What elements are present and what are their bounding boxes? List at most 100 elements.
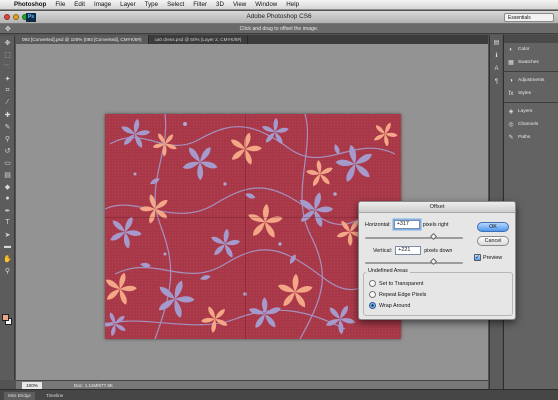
menu-view[interactable]: View	[233, 1, 246, 8]
ok-button[interactable]: OK	[477, 222, 509, 232]
move-tool-icon[interactable]: ✥	[1, 37, 14, 48]
panel-swatches[interactable]: ▦ Swatches	[504, 56, 558, 69]
color-icon: ◐	[509, 46, 513, 53]
menu-help[interactable]: Help	[286, 1, 299, 8]
eraser-tool-icon[interactable]: ▭	[1, 157, 14, 168]
menu-bar: Photoshop File Edit Image Layer Type Sel…	[0, 0, 558, 10]
horizontal-unit-label: pixels right	[422, 221, 449, 228]
offset-seam-horizontal	[105, 217, 401, 218]
clone-stamp-tool-icon[interactable]: ⚲	[1, 133, 14, 144]
zoom-tool-icon[interactable]: ⚲	[1, 265, 14, 276]
panel-styles[interactable]: fx Styles	[504, 87, 558, 100]
horizontal-row: Horizontal: +317 pixels right	[365, 220, 449, 229]
foreground-color-swatch[interactable]	[2, 314, 9, 321]
menu-layer[interactable]: Layer	[120, 1, 135, 8]
tab-document-1[interactable]: 093 [Converted].psd @ 100% (093 [Convert…	[16, 35, 149, 44]
panel-label: Channels	[518, 122, 539, 127]
healing-brush-tool-icon[interactable]: ✚	[1, 109, 14, 120]
panel-label: Adjustments	[518, 78, 545, 83]
menu-3d[interactable]: 3D	[216, 1, 224, 8]
horizontal-offset-input[interactable]: +317	[393, 220, 420, 229]
vertical-offset-input[interactable]: +221	[395, 246, 422, 255]
zoom-level-field[interactable]: 100%	[22, 382, 42, 389]
paragraph-panel-icon[interactable]: ¶	[491, 77, 502, 87]
title-bar: Ps Adobe Photoshop CS6 Essentials	[0, 11, 558, 24]
options-bar: ✥ Click and drag to offset the image.	[0, 24, 558, 34]
history-panel-icon[interactable]: ▤	[491, 38, 502, 48]
menu-window[interactable]: Window	[255, 1, 277, 8]
menu-type[interactable]: Type	[145, 1, 158, 8]
marquee-tool-icon[interactable]: ⬚	[1, 49, 14, 60]
lasso-tool-icon[interactable]: ➰	[1, 61, 14, 72]
crop-tool-icon[interactable]: ⌗	[1, 85, 14, 96]
hand-tool-icon[interactable]: ✋	[1, 253, 14, 264]
status-bar: 100% Doc: 1.11M/977.8K	[16, 380, 488, 389]
panel-layers[interactable]: ◈ Layers	[504, 105, 558, 118]
floral-pattern-image	[105, 114, 401, 339]
radio-wrap-around[interactable]: Wrap Around	[369, 302, 410, 309]
radio-label: Set to Transparent	[379, 280, 424, 287]
character-panel-icon[interactable]: A	[491, 64, 502, 74]
vertical-unit-label: pixels down	[424, 247, 453, 254]
radio-button[interactable]	[369, 291, 376, 298]
blur-tool-icon[interactable]: ◆	[1, 181, 14, 192]
image-canvas[interactable]	[105, 114, 401, 339]
horizontal-slider-knob[interactable]	[429, 232, 438, 241]
panel-label: Layers	[518, 109, 533, 114]
vertical-row: Vertical: +221 pixels down	[373, 246, 452, 255]
menu-select[interactable]: Select	[167, 1, 184, 8]
horizontal-label: Horizontal:	[365, 221, 391, 228]
preview-label: Preview	[483, 254, 503, 261]
dialog-title: Offset	[359, 202, 515, 213]
dodge-tool-icon[interactable]: ●	[1, 193, 14, 204]
radio-label: Wrap Around	[379, 302, 411, 309]
bottom-panel-tabs: Mini Bridge Timeline	[0, 389, 558, 400]
rectangle-tool-icon[interactable]: ▬	[1, 241, 14, 252]
document-tabs: 093 [Converted].psd @ 100% (093 [Convert…	[16, 35, 488, 44]
vertical-slider[interactable]	[365, 257, 463, 266]
tab-mini-bridge[interactable]: Mini Bridge	[4, 392, 35, 400]
panel-label: Swatches	[518, 60, 539, 65]
offset-dialog: Offset Horizontal: +317 pixels right Ver…	[358, 201, 516, 320]
gradient-tool-icon[interactable]: ▤	[1, 169, 14, 180]
menu-photoshop[interactable]: Photoshop	[14, 1, 46, 8]
workspace-switcher[interactable]: Essentials	[504, 13, 554, 22]
adjustments-icon: ◑	[509, 77, 513, 84]
tab-document-2[interactable]: ca0 dress.psd @ 50% (Layer 2, CMYK/8#)	[149, 35, 249, 44]
radio-label: Repeat Edge Pixels	[379, 291, 427, 298]
radio-set-to-transparent[interactable]: Set to Transparent	[369, 280, 423, 287]
type-tool-icon[interactable]: T	[1, 217, 14, 228]
horizontal-slider[interactable]	[365, 232, 463, 241]
quick-select-tool-icon[interactable]: ✦	[1, 73, 14, 84]
cancel-button[interactable]: Cancel	[477, 236, 509, 246]
panel-label: Paths	[518, 135, 531, 140]
path-selection-tool-icon[interactable]: ➤	[1, 229, 14, 240]
vertical-slider-knob[interactable]	[429, 257, 438, 266]
radio-repeat-edge-pixels[interactable]: Repeat Edge Pixels	[369, 291, 426, 298]
options-hint: Click and drag to offset the image.	[239, 26, 319, 32]
panel-channels[interactable]: ◎ Channels	[504, 118, 558, 131]
vertical-label: Vertical:	[373, 247, 393, 254]
preview-checkbox[interactable]: ✓	[474, 254, 481, 261]
swatches-icon: ▦	[508, 60, 514, 66]
panel-paths[interactable]: ✎ Paths	[504, 131, 558, 144]
menu-file[interactable]: File	[55, 1, 65, 8]
layers-icon: ◈	[508, 109, 514, 115]
radio-button[interactable]	[369, 280, 376, 287]
menu-image[interactable]: Image	[94, 1, 111, 8]
panel-color[interactable]: ◐ Color	[504, 43, 558, 56]
brush-tool-icon[interactable]: ✎	[1, 121, 14, 132]
panel-dock-header	[504, 35, 558, 43]
tab-timeline[interactable]: Timeline	[42, 392, 67, 400]
document-size-info[interactable]: Doc: 1.11M/977.8K	[74, 382, 113, 389]
history-brush-tool-icon[interactable]: ↺	[1, 145, 14, 156]
panel-adjustments[interactable]: ◑ Adjustments	[504, 74, 558, 87]
panel-label: Styles	[518, 91, 532, 96]
eyedropper-tool-icon[interactable]: ⁄	[1, 97, 14, 108]
pen-tool-icon[interactable]: ✒	[1, 205, 14, 216]
menu-filter[interactable]: Filter	[193, 1, 207, 8]
preview-checkbox-row[interactable]: ✓ Preview	[474, 254, 502, 261]
radio-button-selected[interactable]	[369, 302, 376, 309]
properties-panel-icon[interactable]: ℹ	[491, 51, 502, 61]
menu-edit[interactable]: Edit	[74, 1, 85, 8]
